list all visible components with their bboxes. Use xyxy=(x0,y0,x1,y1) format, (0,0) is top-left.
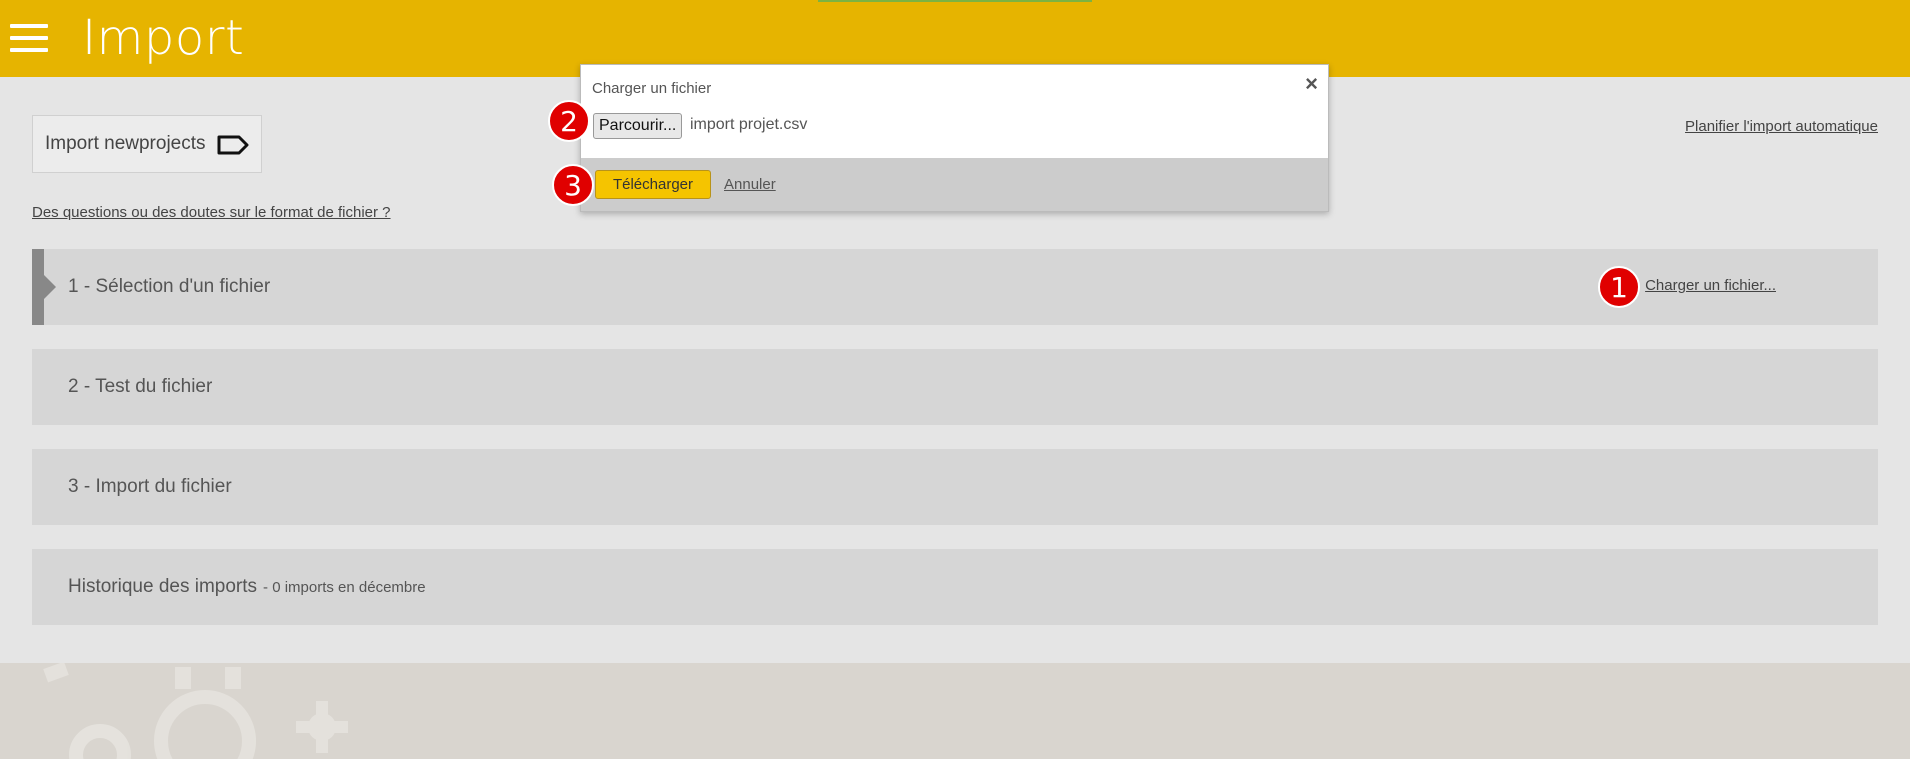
upload-dialog: Charger un fichier × Parcourir... import… xyxy=(580,64,1329,212)
footer xyxy=(0,663,1910,759)
cancel-link[interactable]: Annuler xyxy=(724,176,776,193)
step-panel-import-file[interactable]: 3 - Import du fichier xyxy=(32,449,1878,525)
step-label: 1 - Sélection d'un fichier xyxy=(68,276,271,297)
step-panel-test-file[interactable]: 2 - Test du fichier xyxy=(32,349,1878,425)
upload-button[interactable]: Télécharger xyxy=(595,170,711,199)
menu-icon[interactable] xyxy=(10,24,48,52)
step-badge-3: 3 xyxy=(552,164,594,206)
format-help-link[interactable]: Des questions ou des doutes sur le forma… xyxy=(32,204,391,221)
gears-icon xyxy=(43,663,348,759)
history-count: - 0 imports en décembre xyxy=(263,578,426,596)
top-accent-line xyxy=(818,0,1092,2)
dialog-title: Charger un fichier xyxy=(592,80,712,97)
import-profile-button[interactable]: Import newprojects xyxy=(32,115,262,173)
selected-file-name: import projet.csv xyxy=(690,116,808,133)
load-file-link[interactable]: Charger un fichier... xyxy=(1645,277,1776,294)
step-badge-1: 1 xyxy=(1598,266,1640,308)
step-badge-2: 2 xyxy=(548,100,590,142)
dialog-footer: Télécharger Annuler xyxy=(581,158,1328,211)
history-label: Historique des imports xyxy=(68,576,258,597)
close-icon[interactable]: × xyxy=(1305,71,1318,97)
step-label: 3 - Import du fichier xyxy=(68,476,232,497)
page-title: Import xyxy=(82,10,245,66)
history-panel[interactable]: Historique des imports - 0 imports en dé… xyxy=(32,549,1878,625)
step-label: 2 - Test du fichier xyxy=(68,376,213,397)
tag-icon xyxy=(217,135,249,155)
import-profile-label: Import newprojects xyxy=(45,133,206,154)
browse-button[interactable]: Parcourir... xyxy=(593,113,683,139)
schedule-import-link[interactable]: Planifier l'import automatique xyxy=(1685,118,1878,135)
